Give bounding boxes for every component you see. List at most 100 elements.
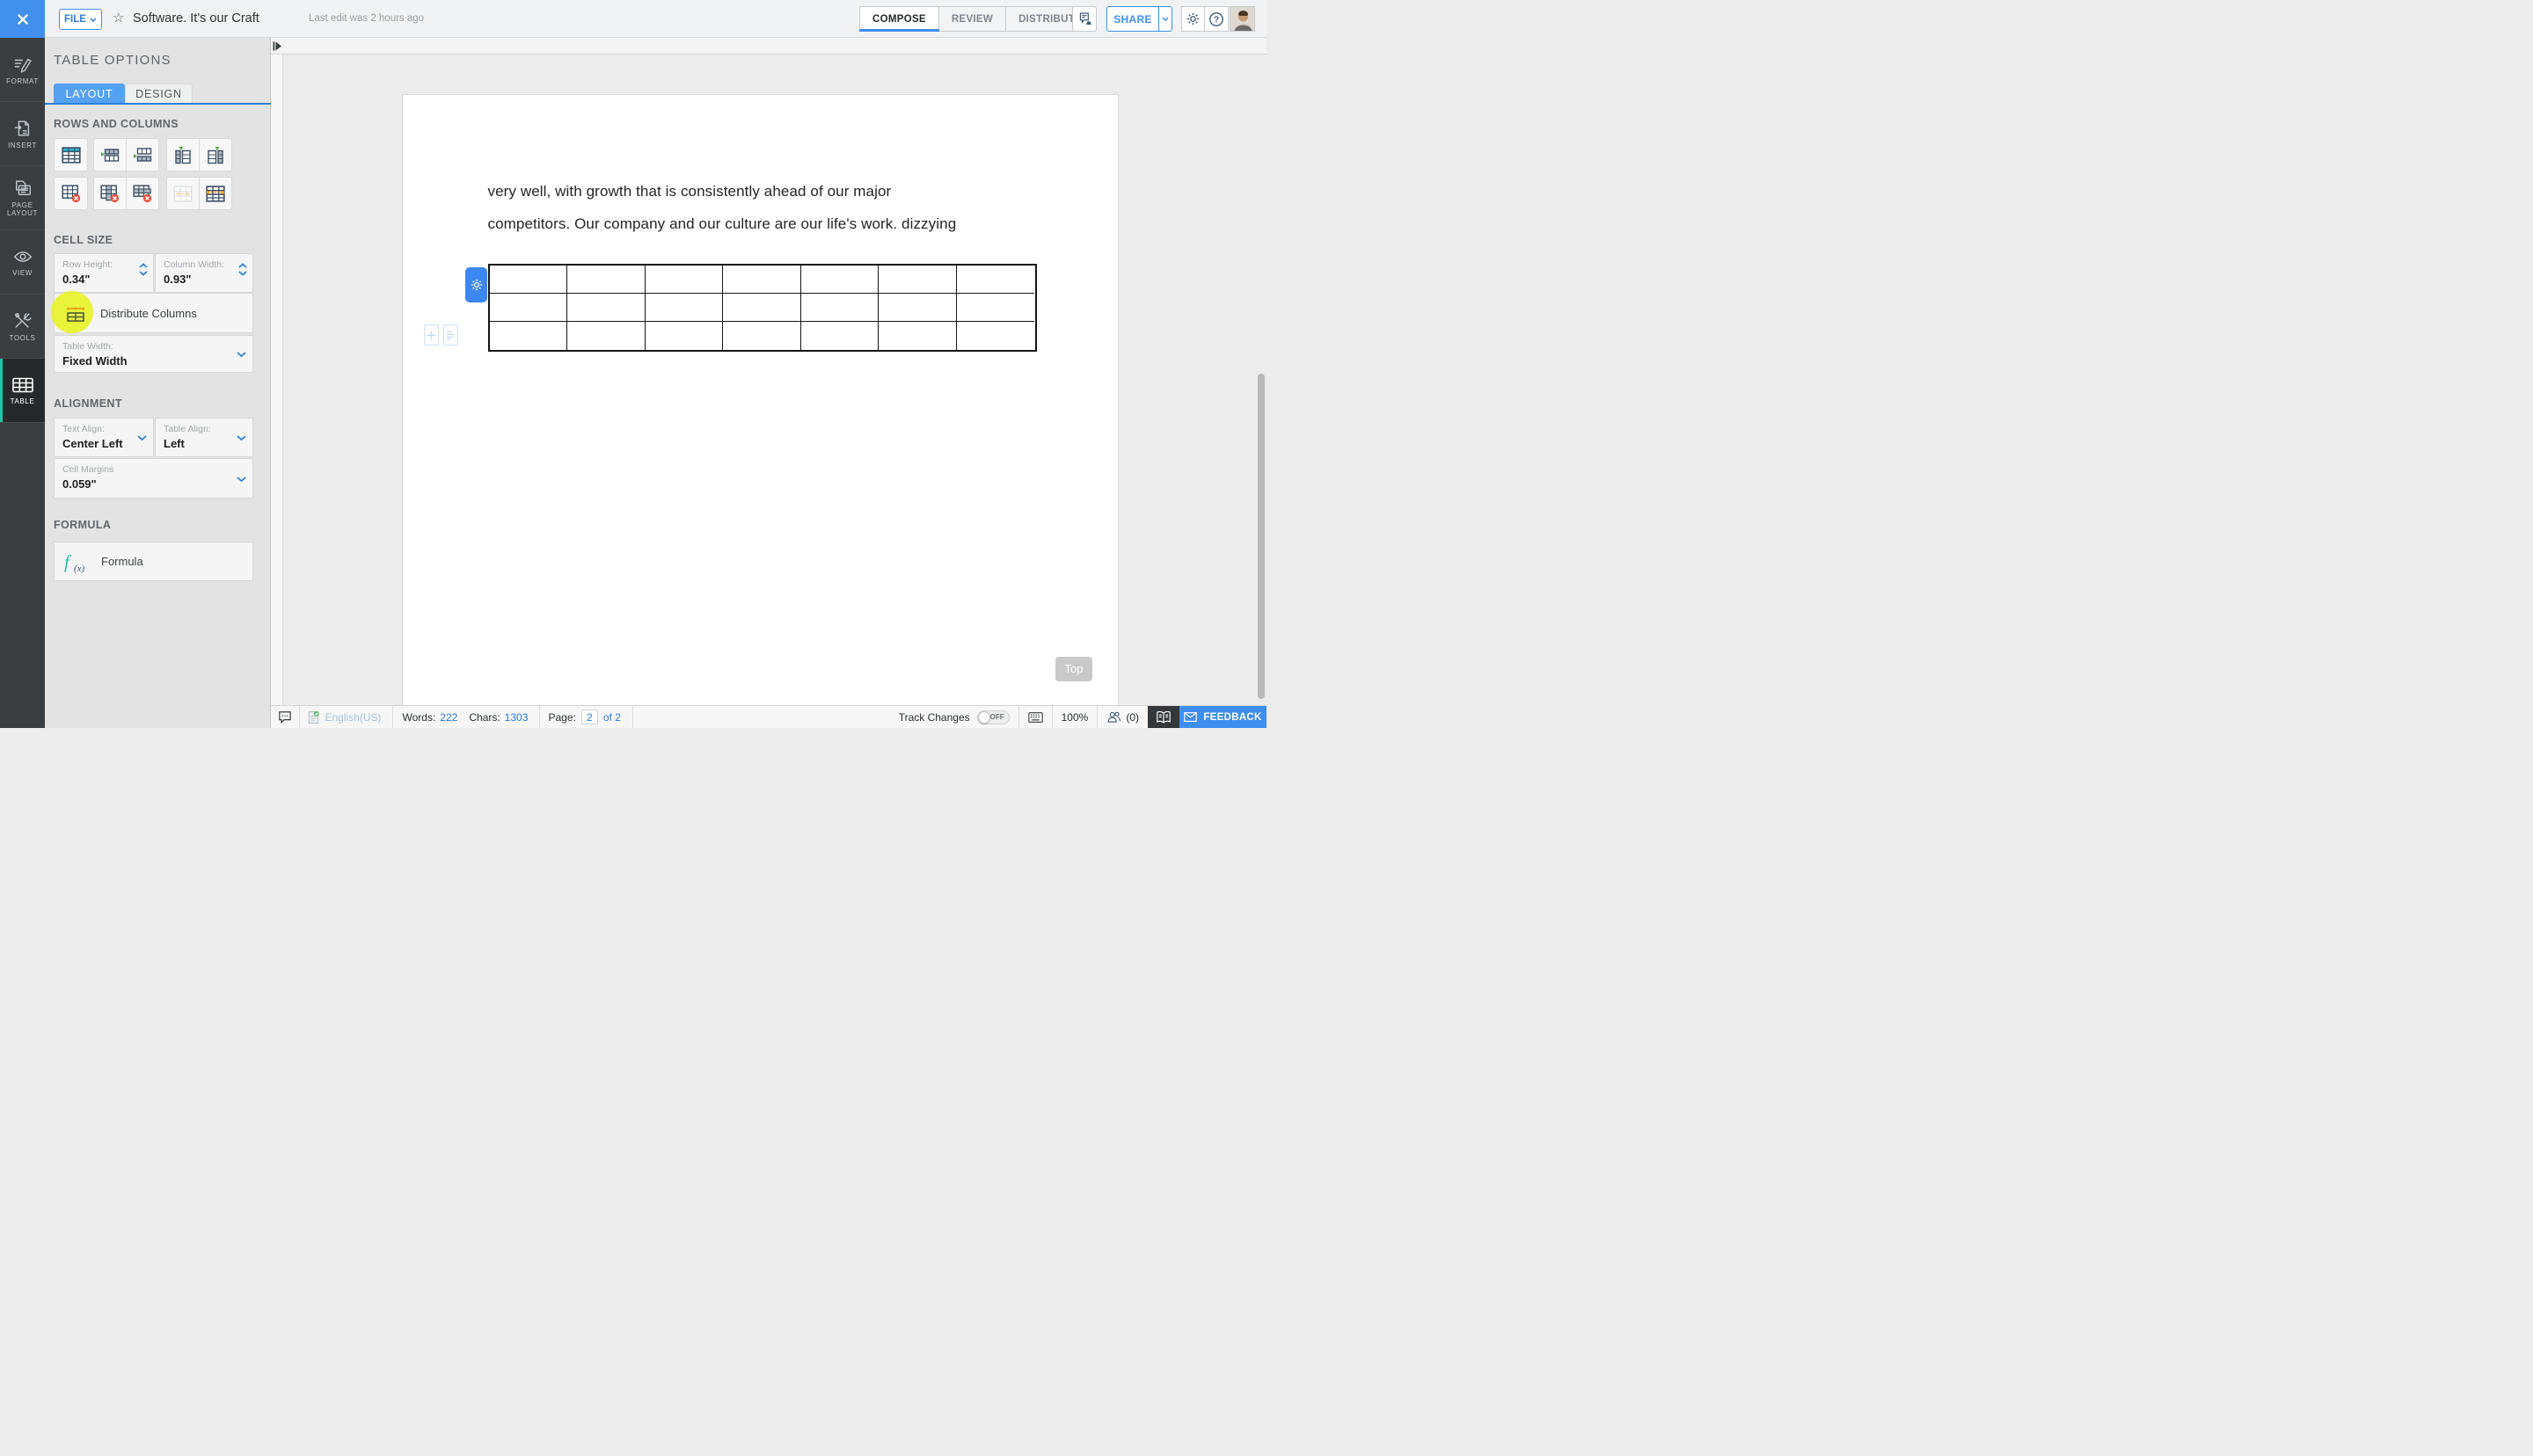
stepper-up-icon[interactable] (238, 263, 247, 268)
table-cell[interactable] (567, 294, 646, 322)
distribute-columns-button[interactable] (200, 177, 233, 210)
column-width-field[interactable]: Column Width: 0.93" (155, 253, 253, 293)
language-selector[interactable]: English(US) (308, 706, 382, 728)
tab-design[interactable]: DESIGN (125, 84, 193, 104)
doc-table[interactable] (488, 264, 1037, 352)
close-icon (13, 10, 33, 29)
stepper-down-icon[interactable] (238, 271, 247, 276)
cell-margins-dropdown[interactable]: Cell Margins 0.059" (54, 458, 253, 499)
column-width-value[interactable]: 0.93" (164, 273, 245, 286)
table-cell[interactable] (879, 322, 957, 350)
zoom-level-button[interactable]: 100% (1052, 706, 1098, 728)
table-cell[interactable] (490, 266, 568, 294)
distribute-columns-icon (206, 186, 225, 202)
table-cell[interactable] (490, 322, 568, 350)
sidebar-item-format[interactable]: FORMAT (0, 38, 45, 102)
add-element-button[interactable] (424, 324, 439, 346)
table-cell[interactable] (490, 294, 568, 322)
stepper-up-icon[interactable] (139, 263, 148, 268)
document-page[interactable]: very well, with growth that is consisten… (402, 94, 1119, 710)
zoom-value: 100% (1062, 711, 1089, 724)
share-button[interactable]: SHARE (1106, 6, 1172, 32)
formula-button[interactable]: f (x) Formula (54, 542, 253, 581)
notifications-button[interactable] (1072, 6, 1097, 32)
table-cell[interactable] (567, 322, 646, 350)
svg-text:f: f (64, 551, 72, 572)
tab-compose[interactable]: COMPOSE (859, 6, 939, 32)
words-value: 222 (440, 711, 457, 724)
document-text-line[interactable]: competitors. Our company and our culture… (488, 215, 1051, 233)
rows-columns-section-label: ROWS AND COLUMNS (54, 118, 179, 130)
table-cell[interactable] (646, 266, 724, 294)
table-cell[interactable] (723, 266, 801, 294)
insert-row-above-button[interactable] (93, 138, 127, 171)
table-align-dropdown[interactable]: Table Align: Left (155, 418, 253, 457)
delete-column-button[interactable] (93, 177, 127, 210)
distribute-columns-row-button[interactable]: Distribute Columns (54, 293, 253, 333)
column-width-label: Column Width: (164, 259, 245, 270)
insert-column-right-button[interactable] (200, 138, 233, 171)
table-settings-button[interactable] (465, 267, 487, 302)
ruler-collapse-button[interactable] (271, 38, 283, 55)
reader-view-button[interactable] (1148, 706, 1179, 728)
words-label: Words: (403, 711, 436, 724)
table-cell[interactable] (567, 266, 646, 294)
help-button[interactable]: ? (1205, 6, 1229, 32)
format-element-button[interactable] (443, 324, 458, 346)
sidebar-item-page-layout[interactable]: PAGE LAYOUT (0, 166, 45, 230)
row-height-field[interactable]: Row Height: 0.34" (54, 253, 154, 293)
word-count[interactable]: Words: 222 Chars: 1303 (403, 706, 529, 728)
table-cell[interactable] (646, 322, 724, 350)
table-cell[interactable] (879, 294, 957, 322)
table-cell[interactable] (801, 294, 880, 322)
table-cell[interactable] (723, 322, 801, 350)
close-document-button[interactable] (0, 0, 45, 38)
table-cell[interactable] (801, 266, 880, 294)
comments-button[interactable] (278, 706, 292, 728)
insert-table-icon (62, 147, 81, 164)
table-cell[interactable] (957, 322, 1035, 350)
sidebar-item-insert[interactable]: INSERT (0, 102, 45, 166)
insert-row-below-button[interactable] (127, 138, 159, 171)
table-cell[interactable] (957, 266, 1035, 294)
delete-row-button[interactable] (127, 177, 159, 210)
sidebar-item-view[interactable]: VIEW (0, 230, 45, 295)
row-height-value[interactable]: 0.34" (62, 273, 146, 286)
settings-button[interactable] (1181, 6, 1205, 32)
page-number-input[interactable]: 2 (581, 710, 598, 724)
keyboard-shortcuts-button[interactable] (1018, 706, 1052, 728)
chevron-down-icon (237, 477, 246, 483)
insert-column-left-button[interactable] (166, 138, 200, 171)
table-cell[interactable] (723, 294, 801, 322)
horizontal-ruler[interactable] (283, 38, 1267, 55)
feedback-button[interactable]: FEEDBACK (1179, 706, 1266, 728)
divider (392, 706, 393, 728)
table-cell[interactable] (801, 322, 880, 350)
sidebar-item-tools[interactable]: TOOLS (0, 295, 45, 359)
file-menu-button[interactable]: FILE (59, 9, 102, 30)
table-width-dropdown[interactable]: Table Width: Fixed Width (54, 335, 253, 373)
vertical-ruler[interactable] (271, 55, 283, 705)
text-align-dropdown[interactable]: Text Align: Center Left (54, 418, 154, 457)
document-title[interactable]: Software. It's our Craft (133, 11, 259, 25)
scroll-to-top-button[interactable]: Top (1055, 657, 1092, 681)
table-cell[interactable] (957, 294, 1035, 322)
document-text-line[interactable]: very well, with growth that is consisten… (488, 183, 1051, 200)
table-cell[interactable] (646, 294, 724, 322)
table-cell[interactable] (879, 266, 957, 294)
tab-layout[interactable]: LAYOUT (54, 84, 125, 104)
sidebar-item-table[interactable]: TABLE (0, 359, 45, 423)
divider (632, 706, 633, 728)
vertical-scrollbar-thumb[interactable] (1258, 374, 1265, 699)
insert-table-button[interactable] (54, 138, 88, 171)
stepper-down-icon[interactable] (139, 271, 148, 276)
collaborators-button[interactable]: (0) (1097, 706, 1148, 728)
track-changes-toggle[interactable]: OFF (977, 710, 1010, 724)
tab-review[interactable]: REVIEW (939, 6, 1006, 32)
user-avatar[interactable] (1230, 6, 1255, 32)
share-dropdown-button[interactable] (1158, 7, 1172, 31)
text-lines-icon (446, 330, 456, 340)
favorite-star-icon[interactable]: ☆ (113, 10, 124, 25)
text-align-label: Text Align: (62, 424, 146, 434)
delete-table-button[interactable] (54, 177, 88, 210)
